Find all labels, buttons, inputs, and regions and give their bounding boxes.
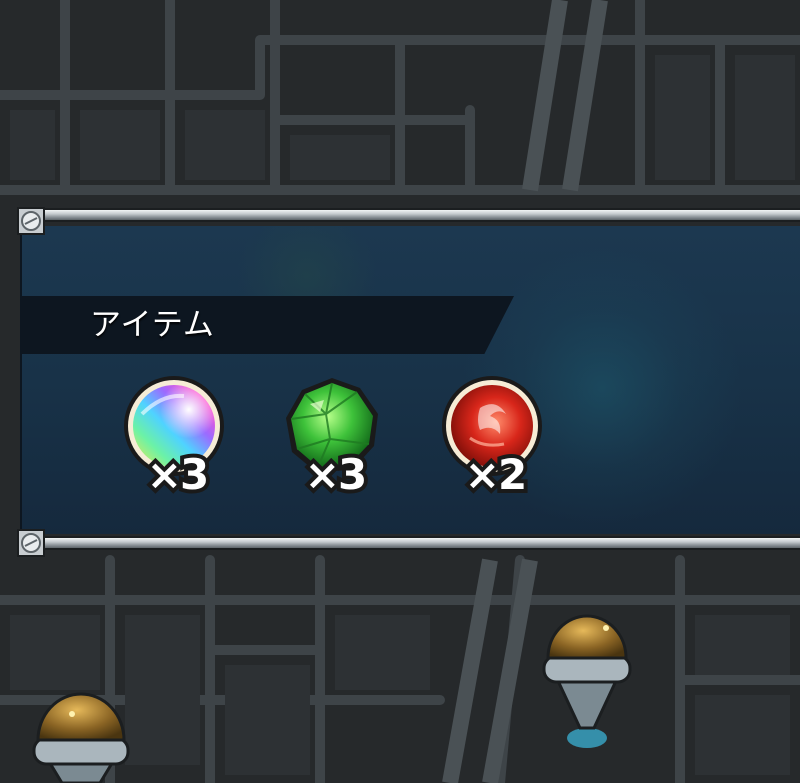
panel-bottom-rail <box>28 536 800 550</box>
rivet-icon <box>17 529 45 557</box>
item-quantity: ×2 <box>461 446 531 503</box>
item-quantity: ×3 <box>301 446 371 503</box>
item-quantity: ×3 <box>143 446 213 503</box>
panel-title: アイテム <box>90 307 215 343</box>
rivet-icon <box>17 207 45 235</box>
panel-top-rail <box>28 208 800 222</box>
map-pin-icon[interactable] <box>530 598 644 758</box>
item-panel: アイテム ×3 ×3 ×2 <box>14 207 800 558</box>
map-pin-icon[interactable] <box>24 680 138 783</box>
